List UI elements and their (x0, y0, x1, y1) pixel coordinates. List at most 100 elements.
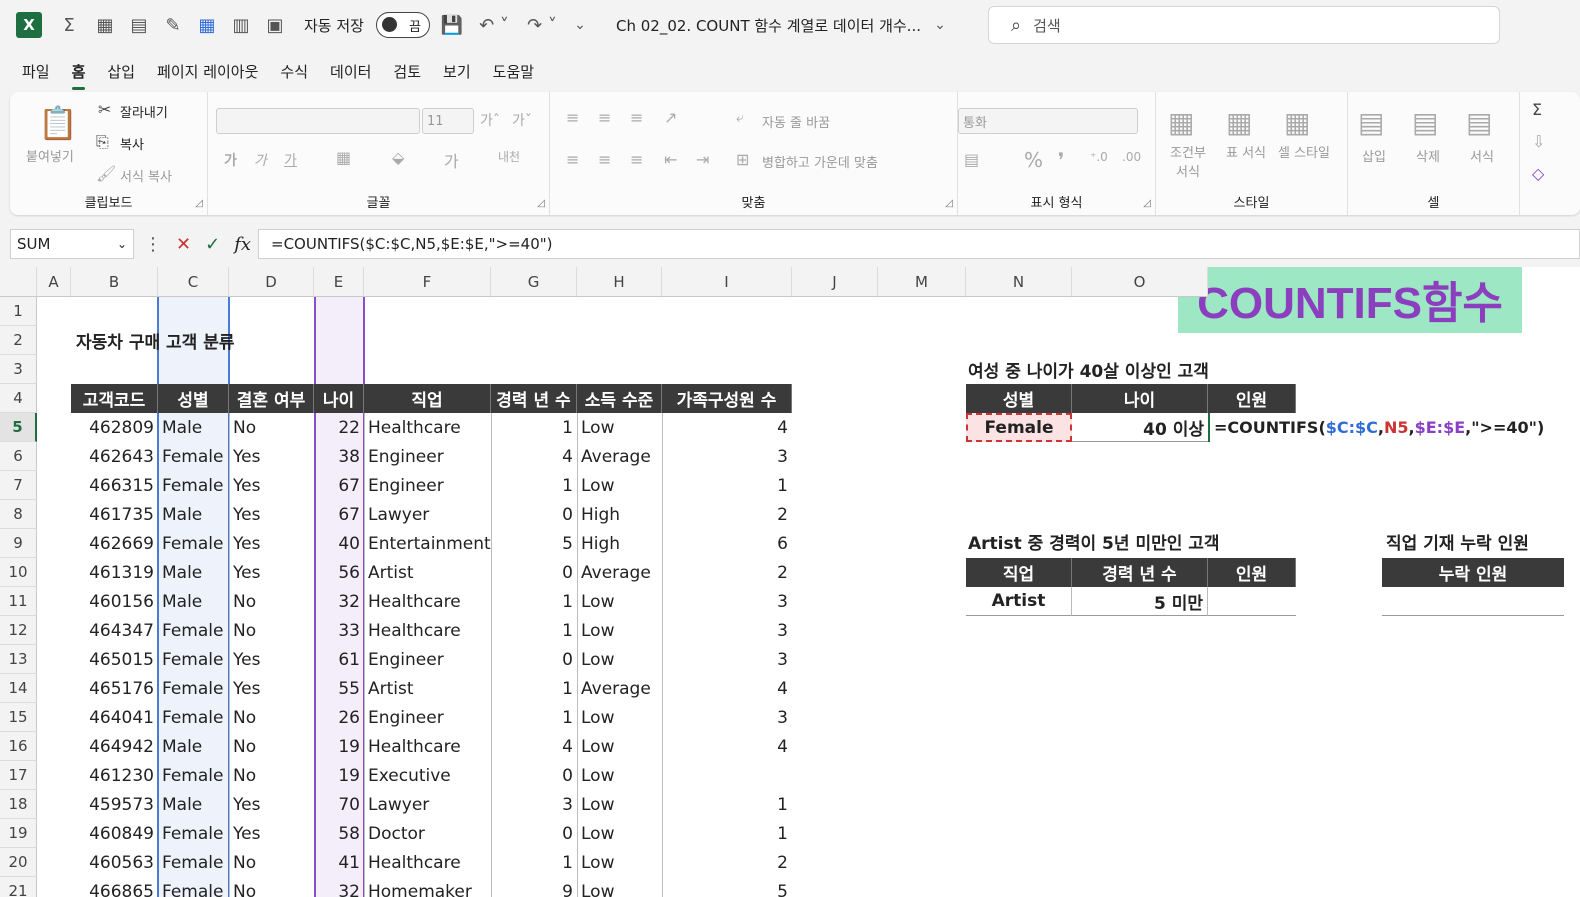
table-cell[interactable]: 2 (662, 500, 792, 529)
table-cell[interactable]: 464347 (71, 616, 158, 645)
table-cell[interactable]: Low (577, 848, 662, 877)
tab-review[interactable]: 검토 (393, 55, 421, 88)
table-cell[interactable]: Low (577, 616, 662, 645)
column-header[interactable]: O (1072, 267, 1208, 297)
table-cell[interactable]: Artist (364, 674, 491, 703)
table-cell[interactable]: Engineer (364, 645, 491, 674)
table-cell[interactable]: High (577, 529, 662, 558)
table-cell[interactable]: 1 (491, 703, 577, 732)
delete-cells-icon[interactable]: ▤ (1412, 106, 1438, 139)
table-cell[interactable]: Yes (229, 529, 314, 558)
table-cell[interactable]: 1 (662, 471, 792, 500)
row-header[interactable]: 1 (0, 297, 37, 326)
table-cell[interactable]: Healthcare (364, 848, 491, 877)
cancel-icon[interactable]: ✕ (176, 234, 191, 255)
table-cell[interactable]: 461735 (71, 500, 158, 529)
table-cell[interactable]: 462669 (71, 529, 158, 558)
wrap-text-icon[interactable]: ⤶ (736, 110, 744, 126)
table-cell[interactable]: 19 (314, 732, 364, 761)
table-cell[interactable]: 0 (491, 761, 577, 790)
table-cell[interactable]: 3 (662, 616, 792, 645)
table-cell[interactable]: 1 (491, 848, 577, 877)
table-cell[interactable]: Female (158, 645, 229, 674)
table-cell[interactable]: 0 (491, 645, 577, 674)
table-cell[interactable]: 41 (314, 848, 364, 877)
table-cell[interactable]: Low (577, 790, 662, 819)
row-header[interactable]: 12 (0, 616, 37, 645)
table-cell[interactable]: Average (577, 442, 662, 471)
format-cells-button[interactable]: 서식 (1470, 146, 1494, 165)
row-header[interactable]: 8 (0, 500, 37, 529)
table-cell[interactable]: 38 (314, 442, 364, 471)
table-cell[interactable]: Engineer (364, 703, 491, 732)
wrap-text-button[interactable]: 자동 줄 바꿈 (762, 112, 830, 131)
autosum-icon[interactable]: Σ (58, 12, 80, 38)
save-icon[interactable]: 💾 (440, 12, 464, 38)
row-header[interactable]: 5 (0, 413, 37, 442)
chevron-down-icon[interactable]: ⌄ (930, 12, 950, 38)
percent-icon[interactable]: % (1024, 148, 1043, 172)
table-cell[interactable]: 464942 (71, 732, 158, 761)
fill-icon[interactable]: ⇩ (1532, 132, 1545, 151)
table-cell[interactable]: Male (158, 790, 229, 819)
q1-age-cell[interactable]: 40 이상 (1072, 413, 1208, 442)
table-cell[interactable]: 3 (662, 587, 792, 616)
table-cell[interactable]: 460849 (71, 819, 158, 848)
align-right-icon[interactable]: ≡ (630, 150, 643, 169)
fill-color-icon[interactable]: ⬙ (392, 148, 404, 167)
align-left-icon[interactable]: ≡ (566, 150, 579, 169)
table-cell[interactable]: Low (577, 471, 662, 500)
table-cell[interactable]: 26 (314, 703, 364, 732)
table-cell[interactable]: 1 (662, 790, 792, 819)
table-cell[interactable]: 3 (662, 442, 792, 471)
table-cell[interactable]: Low (577, 877, 662, 897)
table-cell[interactable]: 465176 (71, 674, 158, 703)
table-cell[interactable]: 4 (491, 732, 577, 761)
table-cell[interactable]: 459573 (71, 790, 158, 819)
table-cell[interactable]: Yes (229, 471, 314, 500)
redo-icon[interactable]: ↷ ˅ (522, 12, 562, 38)
row-header[interactable]: 18 (0, 790, 37, 819)
table-cell[interactable] (662, 761, 792, 790)
font-size-select[interactable]: 11 (422, 108, 474, 134)
increase-indent-icon[interactable]: ⇥ (696, 150, 709, 169)
table-cell[interactable]: 1 (491, 413, 577, 442)
table-cell[interactable]: No (229, 413, 314, 442)
table-cell[interactable]: Lawyer (364, 500, 491, 529)
comma-icon[interactable]: ❜ (1058, 148, 1064, 172)
table-cell[interactable]: No (229, 732, 314, 761)
row-header[interactable]: 4 (0, 384, 37, 413)
table-cell[interactable]: 466865 (71, 877, 158, 897)
undo-icon[interactable]: ↶ ˅ (474, 12, 514, 38)
table-cell[interactable]: Yes (229, 442, 314, 471)
row-header[interactable]: 13 (0, 645, 37, 674)
table-cell[interactable]: 22 (314, 413, 364, 442)
table-cell[interactable]: Female (158, 877, 229, 897)
tab-formulas[interactable]: 수식 (280, 55, 308, 88)
document-title[interactable]: Ch 02_02. COUNT 함수 계열로 데이터 개수... (616, 12, 956, 38)
column-header[interactable]: C (158, 267, 229, 297)
insert-cells-icon[interactable]: ▤ (1358, 106, 1384, 139)
table-cell[interactable]: 4 (491, 442, 577, 471)
table-cell[interactable]: Low (577, 819, 662, 848)
table-cell[interactable]: 1 (662, 819, 792, 848)
table-cell[interactable]: 4 (662, 413, 792, 442)
table-cell[interactable]: 4 (662, 732, 792, 761)
table-cell[interactable]: 1 (491, 674, 577, 703)
format-painter-button[interactable]: 서식 복사 (120, 166, 172, 185)
table-cell[interactable]: Female (158, 703, 229, 732)
table-cell[interactable]: 67 (314, 471, 364, 500)
conditional-format-button[interactable]: 조건부 서식 (1166, 142, 1210, 180)
table-cell[interactable]: No (229, 703, 314, 732)
table-cell[interactable]: 6 (662, 529, 792, 558)
row-header[interactable]: 20 (0, 848, 37, 877)
table-cell[interactable]: Healthcare (364, 587, 491, 616)
table-cell[interactable]: 9 (491, 877, 577, 897)
tab-file[interactable]: 파일 (22, 55, 50, 88)
table-cell[interactable]: Low (577, 587, 662, 616)
font-color-icon[interactable]: 가 (444, 148, 459, 172)
table-cell[interactable]: Female (158, 674, 229, 703)
table-cell[interactable]: No (229, 761, 314, 790)
table-cell[interactable]: Female (158, 848, 229, 877)
dialog-launcher-icon[interactable]: ◿ (195, 198, 203, 209)
